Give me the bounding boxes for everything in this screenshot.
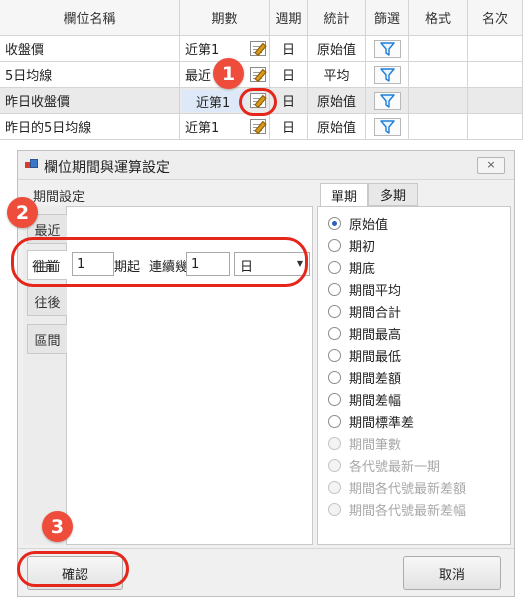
option-period-change-pct[interactable]: 期間差幅 <box>328 389 401 409</box>
radio-icon <box>328 436 341 450</box>
header-rank[interactable]: 名次 <box>468 0 523 36</box>
row-field-name[interactable]: 昨日的5日均線 <box>0 114 180 140</box>
option-label: 期間各代號最新差額 <box>349 481 467 497</box>
row-cycle[interactable]: 日 <box>270 36 308 62</box>
option-period-end[interactable]: 期底 <box>328 257 375 277</box>
option-label: 期間差額 <box>349 371 402 387</box>
radio-icon <box>328 480 341 494</box>
calc-options-panel: 原始值 期初 期底 期間平均 期間合計 期間最高 期間最低 期間差額 期間差幅 … <box>317 206 511 545</box>
header-format[interactable]: 格式 <box>409 0 468 36</box>
period-group-label: 期間設定 <box>33 190 86 205</box>
option-label: 期間差幅 <box>349 393 402 409</box>
step-badge: 1 <box>213 58 244 89</box>
row-rank-cell[interactable] <box>468 36 523 62</box>
row-format-cell[interactable] <box>409 62 468 88</box>
radio-icon[interactable] <box>328 414 341 428</box>
option-label: 期底 <box>349 261 376 277</box>
header-field-name[interactable]: 欄位名稱 <box>0 0 180 36</box>
annotation-ring-range-row <box>11 237 308 287</box>
option-latest-diff-per-code: 期間各代號最新差額 <box>328 477 466 497</box>
option-period-sum[interactable]: 期間合計 <box>328 301 401 321</box>
filter-button[interactable] <box>374 118 401 136</box>
app-icon <box>25 159 39 171</box>
funnel-icon <box>380 68 395 82</box>
option-label: 期間筆數 <box>349 437 402 453</box>
radio-icon[interactable] <box>328 238 341 252</box>
option-label: 原始值 <box>349 217 389 233</box>
funnel-icon <box>380 42 395 56</box>
header-stat[interactable]: 統計 <box>308 0 366 36</box>
row-rank-cell[interactable] <box>468 114 523 140</box>
row-cycle[interactable]: 日 <box>270 114 308 140</box>
option-label: 期間標準差 <box>349 415 415 431</box>
vtab-range[interactable]: 區間 <box>27 324 67 354</box>
radio-icon <box>328 458 341 472</box>
row-stat[interactable]: 平均 <box>308 62 366 88</box>
option-label: 期間最高 <box>349 327 402 343</box>
edit-pencil-icon[interactable] <box>250 67 267 83</box>
row-stat[interactable]: 原始值 <box>308 88 366 114</box>
row-rank-cell[interactable] <box>468 62 523 88</box>
header-cycle[interactable]: 週期 <box>270 0 308 36</box>
radio-icon[interactable] <box>328 348 341 362</box>
annotation-ring-edit-icon <box>239 88 277 116</box>
row-stat[interactable]: 原始值 <box>308 114 366 140</box>
dialog-title-bar[interactable]: 欄位期間與運算設定 × <box>18 151 514 180</box>
row-field-name[interactable]: 5日均線 <box>0 62 180 88</box>
header-filter[interactable]: 篩選 <box>366 0 409 36</box>
row-format-cell[interactable] <box>409 88 468 114</box>
period-settings-dialog: 欄位期間與運算設定 × 期間設定 最近 往前 往後 區間 往前 期起 連續幾 日… <box>17 150 515 597</box>
filter-button[interactable] <box>374 92 401 110</box>
header-period[interactable]: 期數 <box>180 0 270 36</box>
option-period-count: 期間筆數 <box>328 433 401 453</box>
edit-pencil-icon[interactable] <box>250 41 267 57</box>
option-period-stddev[interactable]: 期間標準差 <box>328 411 414 431</box>
step-badge: 2 <box>7 197 38 228</box>
row-rank-cell[interactable] <box>468 88 523 114</box>
cancel-button[interactable]: 取消 <box>403 556 501 590</box>
step-badge: 3 <box>42 511 73 542</box>
option-latest-pct-per-code: 期間各代號最新差幅 <box>328 499 466 519</box>
row-cycle[interactable]: 日 <box>270 62 308 88</box>
radio-icon[interactable] <box>328 370 341 384</box>
option-label: 期初 <box>349 239 376 255</box>
row-format-cell[interactable] <box>409 114 468 140</box>
radio-icon[interactable] <box>328 304 341 318</box>
option-period-diff[interactable]: 期間差額 <box>328 367 401 387</box>
tab-single-period[interactable]: 單期 <box>320 183 368 207</box>
row-format-cell[interactable] <box>409 36 468 62</box>
row-stat[interactable]: 原始值 <box>308 36 366 62</box>
radio-icon[interactable] <box>328 260 341 274</box>
option-label: 期間最低 <box>349 349 402 365</box>
radio-icon[interactable] <box>328 326 341 340</box>
radio-icon[interactable] <box>328 282 341 296</box>
option-latest-per-code: 各代號最新一期 <box>328 455 440 475</box>
option-label: 各代號最新一期 <box>349 459 441 475</box>
funnel-icon <box>380 94 395 108</box>
tab-multi-period[interactable]: 多期 <box>368 183 418 206</box>
option-period-low[interactable]: 期間最低 <box>328 345 401 365</box>
option-label: 期間合計 <box>349 305 402 321</box>
radio-icon[interactable] <box>328 392 341 406</box>
funnel-icon <box>380 120 395 134</box>
radio-icon <box>328 502 341 516</box>
row-field-name[interactable]: 收盤價 <box>0 36 180 62</box>
close-button[interactable]: × <box>477 157 505 174</box>
filter-button[interactable] <box>374 66 401 84</box>
annotation-ring-confirm <box>17 551 129 587</box>
field-grid: 欄位名稱 期數 週期 統計 篩選 格式 名次 收盤價 近第1 日 原始值 5日均… <box>0 0 523 140</box>
option-period-start[interactable]: 期初 <box>328 235 375 255</box>
filter-button[interactable] <box>374 40 401 58</box>
option-label: 期間各代號最新差幅 <box>349 503 467 519</box>
option-label: 期間平均 <box>349 283 402 299</box>
radio-checked-icon[interactable] <box>328 216 341 230</box>
option-raw[interactable]: 原始值 <box>328 213 388 233</box>
vtab-forward[interactable]: 往後 <box>27 286 67 316</box>
dialog-title: 欄位期間與運算設定 <box>44 160 170 176</box>
dialog-footer-divider <box>18 548 514 549</box>
option-period-average[interactable]: 期間平均 <box>328 279 401 299</box>
row-field-name[interactable]: 昨日收盤價 <box>0 88 180 114</box>
edit-pencil-icon[interactable] <box>250 119 267 135</box>
option-period-high[interactable]: 期間最高 <box>328 323 401 343</box>
